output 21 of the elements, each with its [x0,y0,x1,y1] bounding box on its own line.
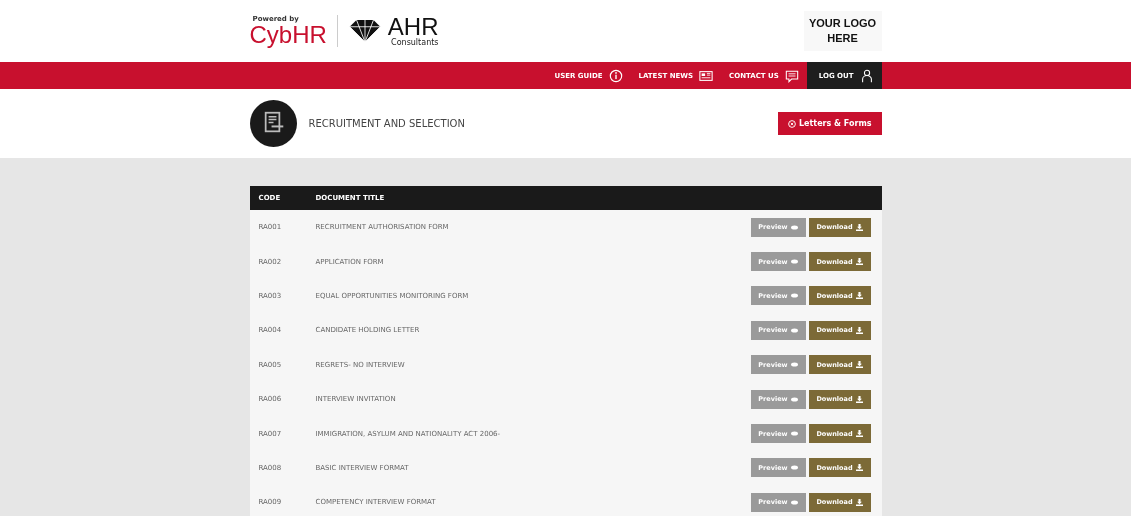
download-icon [855,464,863,472]
document-icon [249,100,297,147]
newspaper-icon [699,68,714,83]
letters-forms-button[interactable]: Letters & Forms [777,112,882,135]
download-icon [855,292,863,300]
info-icon [608,68,623,83]
chat-icon [784,68,799,83]
user-icon [859,68,874,83]
diamond-logo-icon [347,18,382,44]
download-icon [855,223,863,231]
download-icon [855,326,863,334]
download-icon [855,498,863,506]
download-icon [855,361,863,369]
section-title: RECRUITMENT AND SELECTION [308,118,465,129]
download-icon [855,395,863,403]
partner-subtitle: Consultants [391,39,439,47]
partner-logo-text: AHR [387,15,439,39]
brand-logo-text: CybHR [249,22,327,47]
download-icon [855,258,863,266]
logo-placeholder-text: YOUR LOGO HERE [807,15,878,46]
download-icon [855,430,863,438]
